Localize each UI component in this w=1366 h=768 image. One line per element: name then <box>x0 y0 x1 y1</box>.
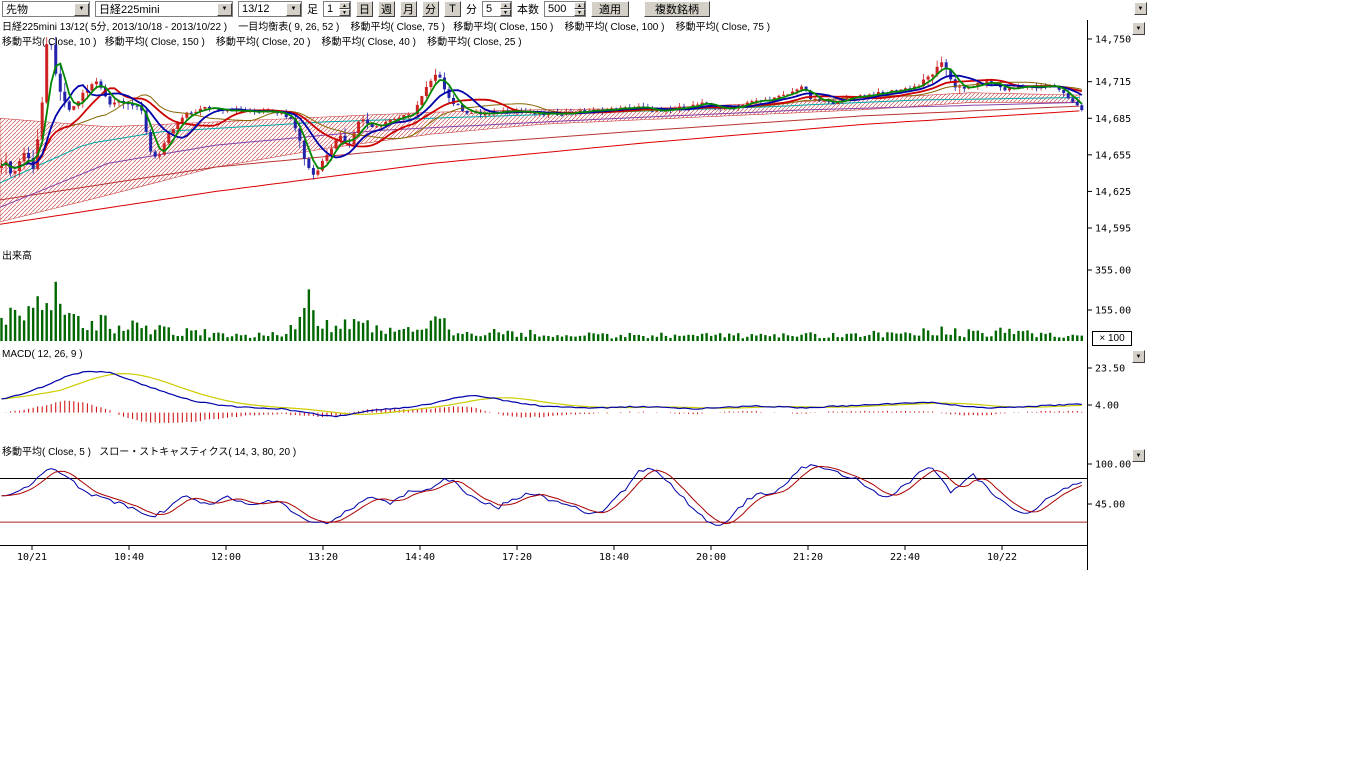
svg-text:100.00: 100.00 <box>1095 460 1131 471</box>
symbol-dropdown[interactable]: 日経225mini ▼ <box>95 1 233 17</box>
toolbar-scroll-down-button[interactable]: ▼ <box>1134 2 1147 15</box>
spin-up-icon[interactable]: ▲ <box>339 2 350 9</box>
volume-multiplier-badge: × 100 <box>1092 331 1132 346</box>
svg-text:14,685: 14,685 <box>1095 114 1131 125</box>
instrument-type-value: 先物 <box>6 1 28 17</box>
instrument-type-dropdown[interactable]: 先物 ▼ <box>2 1 90 17</box>
stochastics-pane-label: 移動平均( Close, 5 ) スロー・ストキャスティクス( 14, 3, 8… <box>2 447 296 459</box>
spin-up-icon[interactable]: ▲ <box>500 2 511 9</box>
svg-text:12:00: 12:00 <box>211 552 241 563</box>
multi-symbol-button[interactable]: 複数銘柄 <box>644 1 710 17</box>
svg-text:14,655: 14,655 <box>1095 150 1131 161</box>
toolbar: 先物 ▼ 日経225mini ▼ 13/12 ▼ 足 1 ▲▼ 日 週 月 分 … <box>0 0 1366 18</box>
stochastics-pane-collapse-button[interactable]: ▼ <box>1132 449 1145 462</box>
spin-down-icon[interactable]: ▼ <box>339 9 350 16</box>
svg-text:14:40: 14:40 <box>405 552 435 563</box>
period-label: 足 <box>307 1 318 17</box>
timeframe-week-button[interactable]: 週 <box>378 1 395 17</box>
svg-text:13:20: 13:20 <box>308 552 338 563</box>
svg-text:17:20: 17:20 <box>502 552 532 563</box>
svg-text:10:40: 10:40 <box>114 552 144 563</box>
chevron-down-icon[interactable]: ▼ <box>217 3 232 16</box>
svg-text:14,625: 14,625 <box>1095 187 1131 198</box>
spin-up-icon[interactable]: ▲ <box>574 2 585 9</box>
svg-text:14,595: 14,595 <box>1095 224 1131 235</box>
timeframe-minute-button[interactable]: 分 <box>422 1 439 17</box>
bars-value: 500 <box>548 3 566 15</box>
timeframe-day-button[interactable]: 日 <box>356 1 373 17</box>
svg-text:23.50: 23.50 <box>1095 364 1125 375</box>
svg-text:14,750: 14,750 <box>1095 35 1131 46</box>
chevron-down-icon[interactable]: ▼ <box>74 3 89 16</box>
volume-pane-label: 出来高 <box>2 251 32 263</box>
apply-button[interactable]: 適用 <box>591 1 629 17</box>
chart-canvas: 14,750 14,715 14,685 14,655 14,625 14,595 355.… <box>0 0 1366 768</box>
macd-pane-collapse-button[interactable]: ▼ <box>1132 350 1145 363</box>
minute-value: 5 <box>486 3 492 15</box>
contract-month-value: 13/12 <box>242 3 270 15</box>
chart-legend-line1: 日経225mini 13/12( 5分, 2013/10/18 - 2013/1… <box>2 22 770 34</box>
price-pane-collapse-button[interactable]: ▼ <box>1132 22 1145 35</box>
chart-application-window: { "toolbar": { "instrument_type": "先物", … <box>0 0 1366 768</box>
bars-stepper[interactable]: 500 ▲▼ <box>544 1 586 17</box>
svg-text:21:20: 21:20 <box>793 552 823 563</box>
macd-pane-label: MACD( 12, 26, 9 ) <box>2 349 83 361</box>
symbol-value: 日経225mini <box>99 1 160 17</box>
svg-text:22:40: 22:40 <box>890 552 920 563</box>
svg-text:355.00: 355.00 <box>1095 266 1131 277</box>
svg-text:155.00: 155.00 <box>1095 306 1131 317</box>
timeframe-month-button[interactable]: 月 <box>400 1 417 17</box>
svg-text:4.00: 4.00 <box>1095 401 1119 412</box>
svg-text:45.00: 45.00 <box>1095 500 1125 511</box>
contract-month-dropdown[interactable]: 13/12 ▼ <box>238 1 302 17</box>
svg-text:20:00: 20:00 <box>696 552 726 563</box>
svg-text:10/21: 10/21 <box>17 552 47 563</box>
spin-down-icon[interactable]: ▼ <box>500 9 511 16</box>
chart-legend-line2: 移動平均( Close, 10 ) 移動平均( Close, 150 ) 移動平… <box>2 37 522 49</box>
minute-label: 分 <box>466 1 477 17</box>
svg-text:18:40: 18:40 <box>599 552 629 563</box>
bars-label: 本数 <box>517 1 539 17</box>
timeframe-tick-button[interactable]: T <box>444 1 461 17</box>
spin-down-icon[interactable]: ▼ <box>574 9 585 16</box>
period-value: 1 <box>327 3 333 15</box>
chevron-down-icon[interactable]: ▼ <box>286 3 301 16</box>
svg-text:10/22: 10/22 <box>987 552 1017 563</box>
minute-stepper[interactable]: 5 ▲▼ <box>482 1 512 17</box>
period-stepper[interactable]: 1 ▲▼ <box>323 1 351 17</box>
svg-text:14,715: 14,715 <box>1095 77 1131 88</box>
